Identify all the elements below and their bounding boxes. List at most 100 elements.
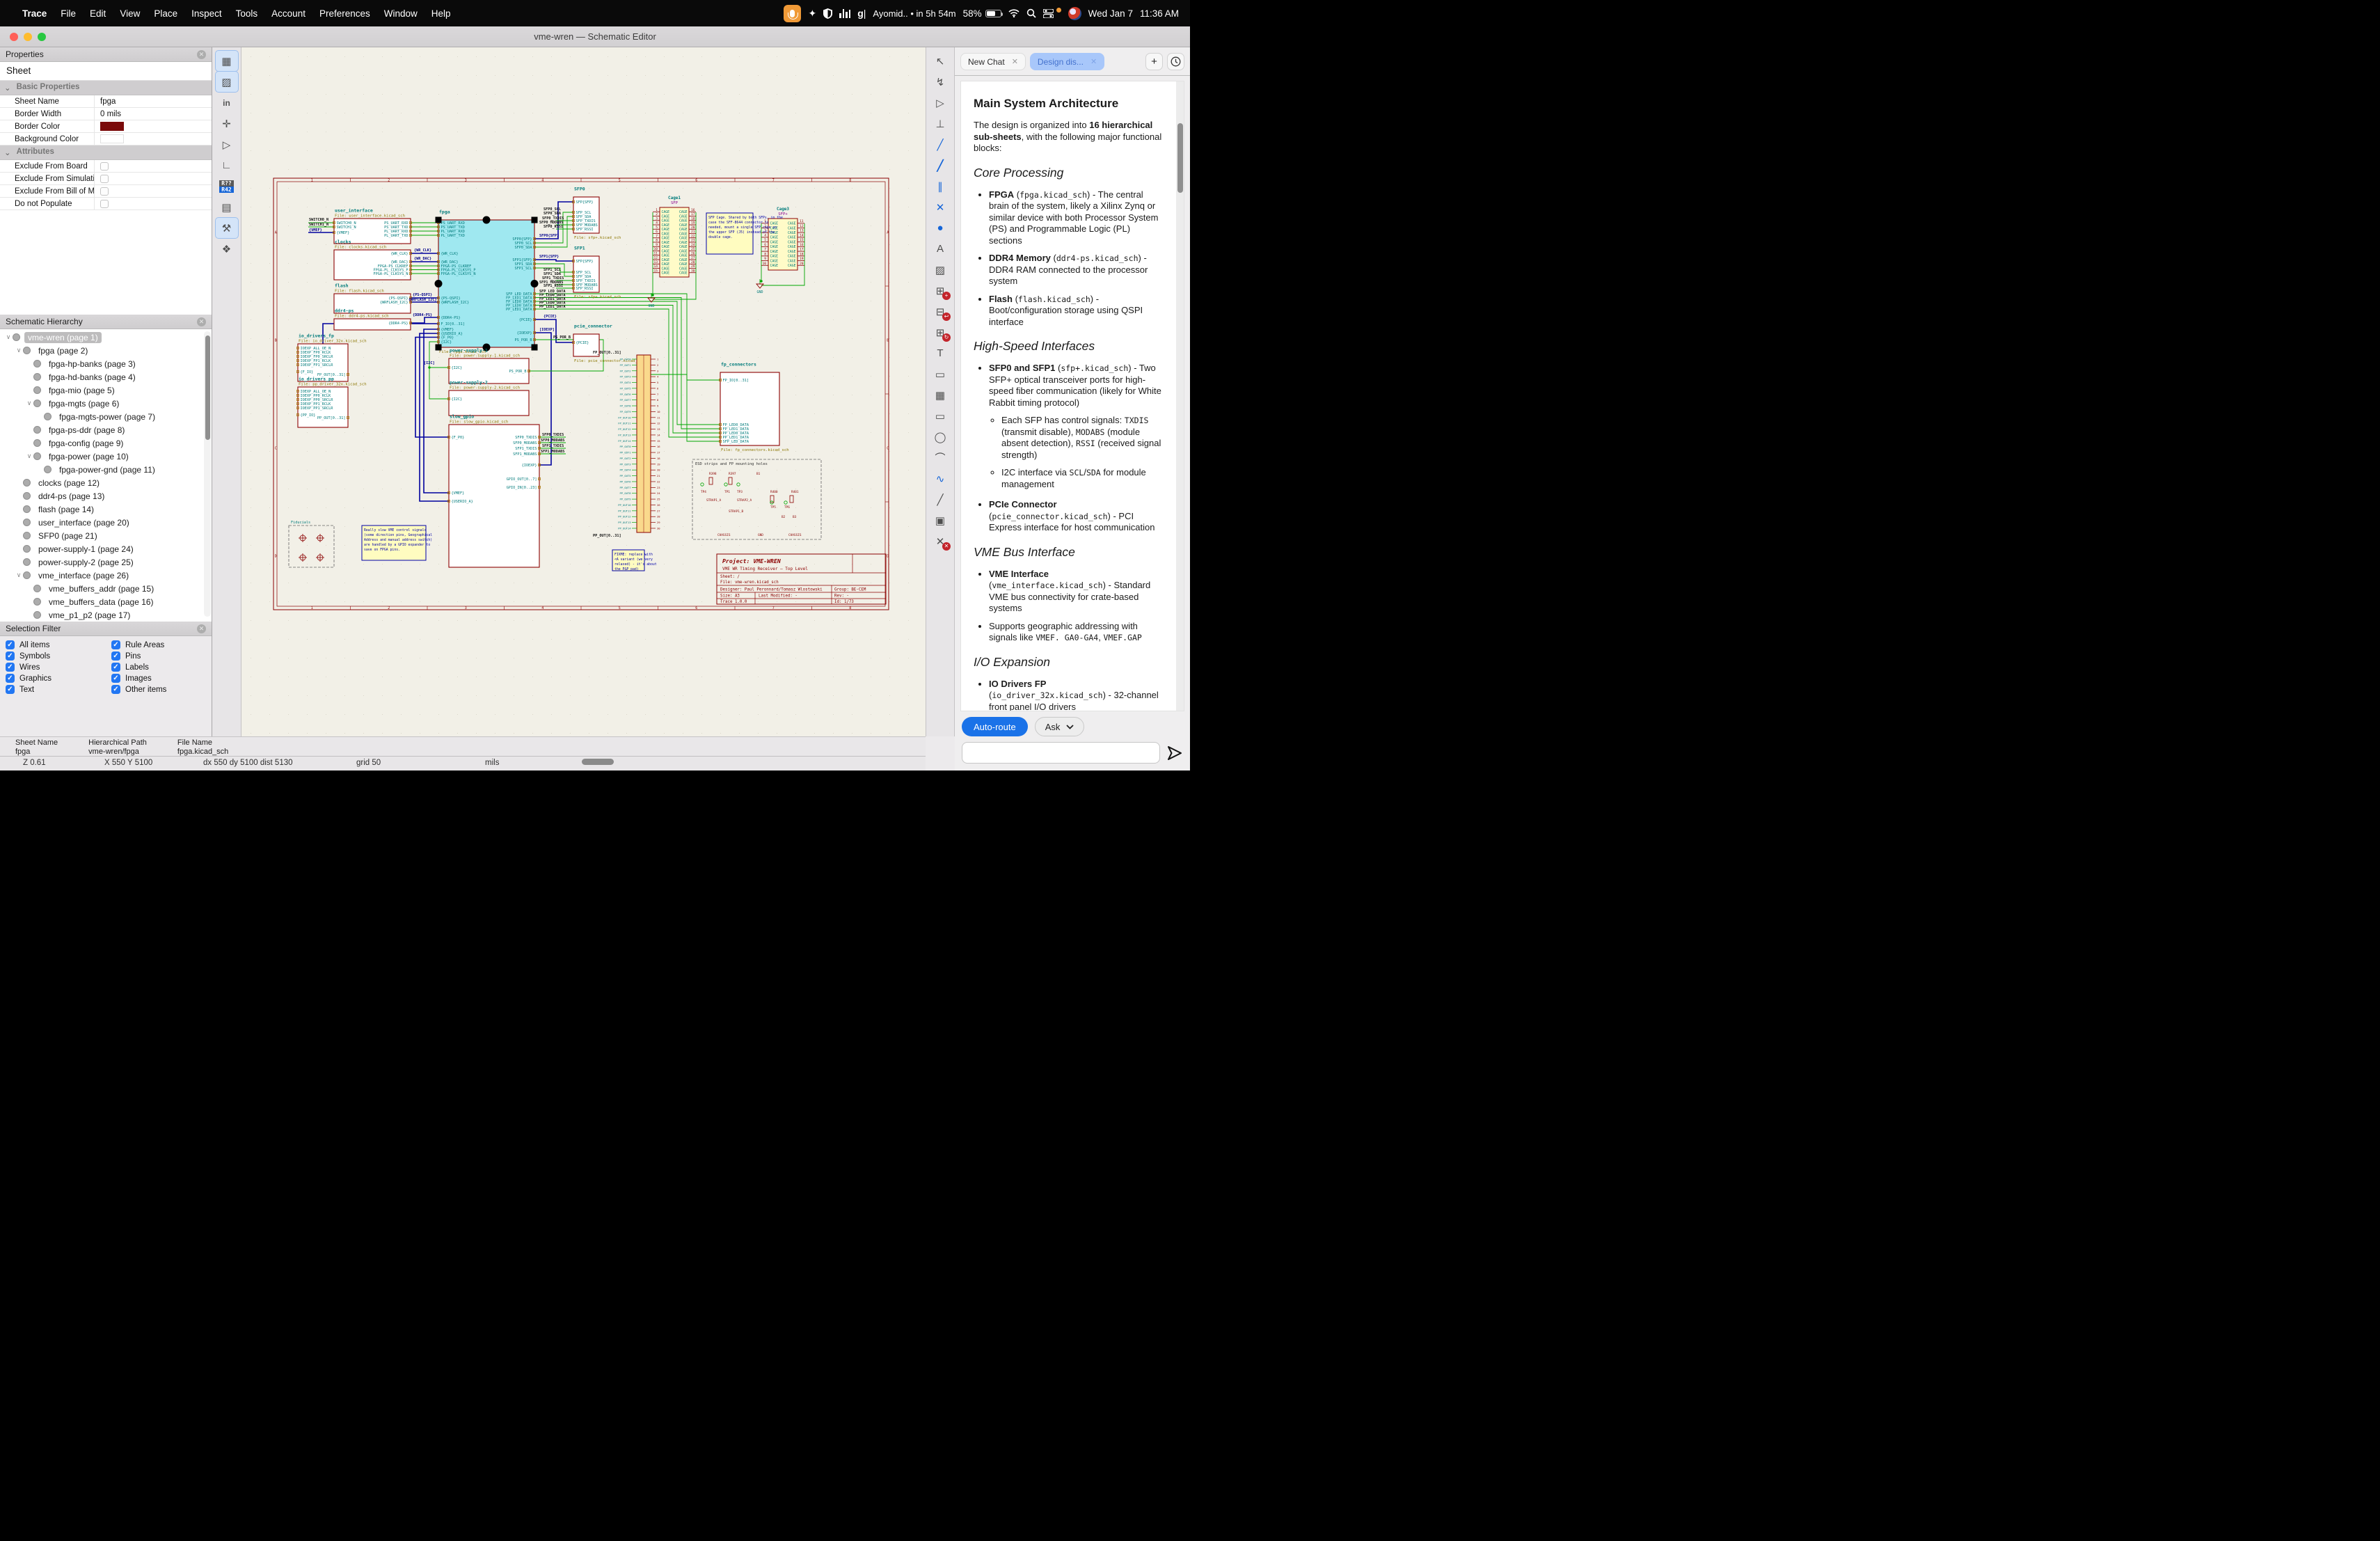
hierarchy-item[interactable]: power-supply-1 (page 24) — [0, 542, 212, 555]
hierarchy-item[interactable]: fpga-mgts-power (page 7) — [0, 410, 212, 423]
place-sheet-icon[interactable]: ⊞+ — [929, 280, 951, 301]
section-attributes[interactable]: ⌄Attributes — [0, 145, 212, 160]
hierarchy-panel-header[interactable]: Schematic Hierarchy ✕ — [0, 315, 212, 329]
property-value[interactable] — [94, 120, 212, 132]
filter-symbols[interactable]: ✓Symbols — [6, 651, 111, 661]
menu-trace[interactable]: Trace — [15, 8, 54, 19]
menu-help[interactable]: Help — [425, 8, 458, 19]
property-value[interactable] — [94, 133, 212, 145]
minimize-window-button[interactable] — [24, 33, 32, 41]
menu-file[interactable]: File — [54, 8, 83, 19]
properties-panel-header[interactable]: Properties ✕ — [0, 47, 212, 62]
chat-message-area[interactable]: Main System ArchitectureThe design is or… — [960, 81, 1184, 711]
grammarly-icon[interactable]: g| — [857, 8, 866, 19]
annotate-icon[interactable]: R??R42 — [216, 176, 238, 196]
battery-indicator[interactable]: 58% — [963, 8, 1001, 19]
units-inches-icon[interactable]: in — [216, 93, 238, 113]
control-center-icon[interactable] — [1043, 9, 1054, 18]
send-icon[interactable] — [1166, 745, 1183, 761]
menu-inspect[interactable]: Inspect — [184, 8, 229, 19]
close-icon[interactable]: ✕ — [197, 624, 206, 633]
menu-window[interactable]: Window — [377, 8, 425, 19]
hierarchy-item[interactable]: flash (page 14) — [0, 503, 212, 516]
hierarchy-item[interactable]: fpga-config (page 9) — [0, 436, 212, 450]
hierarchy-item[interactable]: ddr4-ps (page 13) — [0, 489, 212, 503]
sheet-block-slow_gpio[interactable] — [447, 425, 540, 567]
hierarchy-item[interactable]: ∨fpga-power (page 10) — [0, 450, 212, 463]
property-value[interactable] — [94, 160, 212, 172]
sync-sheet-pins-icon[interactable]: ⊞↻ — [929, 322, 951, 342]
chat-input[interactable] — [962, 742, 1160, 764]
menu-edit[interactable]: Edit — [83, 8, 113, 19]
chat-scrollbar[interactable] — [1176, 81, 1184, 711]
place-bus-icon[interactable]: ╱ — [929, 155, 951, 175]
close-tab-icon[interactable]: ✕ — [1012, 57, 1018, 66]
zoom-window-button[interactable] — [38, 33, 46, 41]
property-value[interactable] — [94, 198, 212, 210]
spotlight-search-icon[interactable] — [1026, 8, 1036, 18]
hierarchy-item[interactable]: ∨vme-wren (page 1) — [0, 331, 212, 344]
filter-graphics[interactable]: ✓Graphics — [6, 674, 111, 683]
place-circle-icon[interactable]: ◯ — [929, 427, 951, 447]
place-text-icon[interactable]: T — [929, 343, 951, 363]
place-power-port-icon[interactable]: ⊥ — [929, 113, 951, 134]
property-value[interactable] — [94, 173, 212, 184]
filter-rule-areas[interactable]: ✓Rule Areas — [111, 640, 209, 649]
select-tool-icon[interactable]: ↖ — [929, 51, 951, 71]
place-symbol-icon[interactable]: ▷ — [929, 93, 951, 113]
close-tab-icon[interactable]: ✕ — [1090, 57, 1097, 66]
menu-date[interactable]: Wed Jan 7 — [1088, 8, 1133, 19]
hierarchy-item[interactable]: vme_buffers_data (page 16) — [0, 595, 212, 608]
grid-overrides-icon[interactable]: ▨ — [216, 72, 238, 92]
property-value[interactable]: 0 mils — [94, 108, 212, 120]
filter-text[interactable]: ✓Text — [6, 685, 111, 694]
place-bus-entry-icon[interactable]: ∥ — [929, 176, 951, 196]
hierarchy-item[interactable]: power-supply-2 (page 25) — [0, 555, 212, 569]
place-image-icon[interactable]: ▣ — [929, 510, 951, 530]
properties-wrench-icon[interactable]: ⚒ — [216, 218, 238, 238]
close-icon[interactable]: ✕ — [197, 50, 206, 59]
place-no-connect-icon[interactable]: ✕ — [929, 197, 951, 217]
menu-time[interactable]: 11:36 AM — [1140, 8, 1179, 19]
hierarchy-scrollbar[interactable] — [204, 331, 211, 617]
place-arc-icon[interactable]: ⌒ — [929, 448, 951, 468]
hierarchy-item[interactable]: ∨vme_interface (page 26) — [0, 569, 212, 582]
property-value[interactable] — [94, 185, 212, 197]
tab-design-discussion[interactable]: Design dis...✕ — [1030, 53, 1104, 70]
dictation-mic-icon[interactable] — [784, 5, 801, 22]
wifi-icon[interactable] — [1008, 9, 1020, 17]
menu-preferences[interactable]: Preferences — [312, 8, 377, 19]
schematic-canvas[interactable]: 1122334455667788AABBCCDDfpgaFile: fpga.k… — [241, 47, 926, 736]
menu-view[interactable]: View — [113, 8, 147, 19]
place-textbox-icon[interactable]: ▭ — [929, 364, 951, 384]
place-rule-area-icon[interactable]: ▨ — [929, 260, 951, 280]
canvas-hscrollbar[interactable] — [582, 759, 614, 765]
filter-pins[interactable]: ✓Pins — [111, 651, 209, 661]
highlight-net-icon[interactable]: ↯ — [929, 72, 951, 92]
close-icon[interactable]: ✕ — [197, 317, 206, 326]
close-window-button[interactable] — [10, 33, 18, 41]
hierarchy-item[interactable]: ∨fpga-mgts (page 6) — [0, 397, 212, 410]
menu-account[interactable]: Account — [264, 8, 312, 19]
hierarchy-item[interactable]: vme_buffers_addr (page 15) — [0, 582, 212, 595]
cursor-shape-icon[interactable]: ✛ — [216, 113, 238, 134]
property-value[interactable]: fpga — [94, 95, 212, 107]
section-basic-properties[interactable]: ⌄Basic Properties — [0, 81, 212, 95]
stats-icon[interactable] — [839, 9, 850, 18]
place-junction-icon[interactable]: ● — [929, 218, 951, 238]
window-title-bar[interactable]: vme-wren — Schematic Editor — [0, 26, 1190, 47]
sparkle-icon[interactable]: ✦ — [808, 8, 816, 19]
filter-labels[interactable]: ✓Labels — [111, 663, 209, 672]
hierarchy-item[interactable]: user_interface (page 20) — [0, 516, 212, 529]
place-wire-icon[interactable]: ╱ — [929, 134, 951, 155]
auto-route-button[interactable]: Auto-route — [962, 717, 1028, 736]
shield-icon[interactable] — [823, 8, 832, 19]
cage-Cage1[interactable] — [653, 207, 696, 277]
place-line-icon[interactable]: ╱ — [929, 489, 951, 509]
sim-probe-icon[interactable]: ▷ — [216, 134, 238, 155]
menu-tools[interactable]: Tools — [229, 8, 265, 19]
hierarchy-navigator-icon[interactable]: ▤ — [216, 197, 238, 217]
hierarchy-item[interactable]: vme_p1_p2 (page 17) — [0, 608, 212, 622]
net-highlight-icon[interactable]: ❖ — [216, 239, 238, 259]
hierarchy-item[interactable]: clocks (page 12) — [0, 476, 212, 489]
